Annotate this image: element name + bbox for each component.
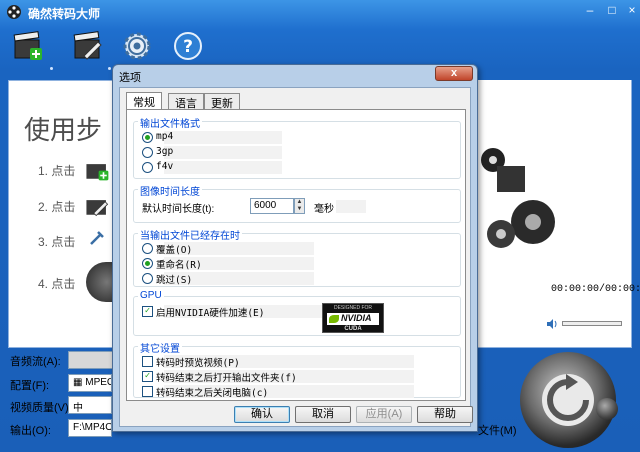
- checkbox[interactable]: [142, 356, 153, 367]
- edit-video-icon[interactable]: [84, 192, 110, 218]
- audio-stream-label: 音频流(A):: [10, 356, 61, 368]
- tab-update[interactable]: 更新: [204, 93, 240, 110]
- output-format-group: 输出文件格式 mp4 3gp f4v: [133, 115, 461, 179]
- volume-icon[interactable]: [546, 318, 558, 330]
- image-duration-group: 图像时间长度 默认时间长度(t): 6000 ▲ ▼ 毫秒: [133, 183, 461, 223]
- group-title: 其它设置: [138, 340, 182, 355]
- step-1-label: 1. 点击: [38, 164, 76, 178]
- film-icon: ▦: [73, 377, 86, 388]
- close-icon[interactable]: ×: [624, 4, 640, 18]
- toolbar-separator: [50, 67, 53, 70]
- dialog-close-button[interactable]: x: [435, 66, 473, 81]
- ok-button[interactable]: 确认: [234, 406, 290, 423]
- playback-timecode: 00:00:00/00:00:00: [551, 284, 640, 295]
- radio-button[interactable]: [142, 147, 153, 158]
- gear-icon[interactable]: [121, 30, 153, 62]
- nvidia-cuda-logo: DESIGNED FOR NVIDIA CUDA: [322, 303, 384, 333]
- step-4-label: 4. 点击: [38, 277, 76, 291]
- nvidia-eye-icon: [329, 315, 339, 323]
- title-bar: 确然转码大师 – □ ×: [0, 0, 640, 24]
- add-file-icon[interactable]: [12, 30, 44, 62]
- checkbox[interactable]: ✓: [142, 306, 153, 317]
- other-settings-group: 其它设置 转码时预览视频(P) ✓ 转码结束之后打开输出文件夹(f) 转码结束之…: [133, 340, 461, 399]
- dialog-body: 常规 语言 更新 输出文件格式 mp4 3gp f4v 图像时间长度 默认时间长…: [119, 87, 473, 427]
- duration-unit: 毫秒: [314, 204, 334, 215]
- steps-title: 使用步: [24, 116, 103, 146]
- gpu-group: GPU ✓ 启用NVIDIA硬件加速(E) DESIGNED FOR NVIDI…: [133, 290, 461, 336]
- options-dialog: 选项 x 常规 语言 更新 输出文件格式 mp4 3gp f4v 图像时间长度 …: [112, 64, 478, 432]
- group-title: 当输出文件已经存在时: [138, 227, 242, 242]
- config-label: 配置(F):: [10, 380, 50, 392]
- quality-label: 视频质量(V):: [10, 402, 72, 414]
- duration-label: 默认时间长度(t):: [142, 204, 215, 215]
- dialog-title-bar: 选项 x: [113, 65, 477, 85]
- open-folder-label: 文件(M): [478, 425, 517, 437]
- file-exists-group: 当输出文件已经存在时 覆盖(O) 重命名(R) 跳过(S): [133, 227, 461, 287]
- quality-select[interactable]: 中: [68, 396, 112, 414]
- film-reel-icon: [7, 5, 21, 19]
- radio-button[interactable]: [142, 243, 153, 254]
- cancel-button[interactable]: 取消: [295, 406, 351, 423]
- app-title: 确然转码大师: [28, 7, 101, 21]
- checkbox[interactable]: [142, 386, 153, 397]
- stop-button[interactable]: [596, 398, 618, 420]
- group-title: 输出文件格式: [138, 115, 202, 130]
- apply-button[interactable]: 应用(A): [356, 406, 412, 423]
- checkbox[interactable]: ✓: [142, 371, 153, 382]
- tab-general[interactable]: 常规: [126, 92, 162, 110]
- preview-panel: [473, 80, 631, 272]
- step-3-label: 3. 点击: [38, 235, 76, 249]
- help-icon[interactable]: ?: [172, 30, 204, 62]
- radio-button[interactable]: [142, 162, 153, 173]
- dialog-title: 选项: [119, 72, 141, 84]
- tab-language[interactable]: 语言: [168, 93, 204, 110]
- radio-button[interactable]: [142, 258, 153, 269]
- minimize-icon[interactable]: –: [582, 4, 598, 18]
- radio-button[interactable]: [142, 273, 153, 284]
- group-title: 图像时间长度: [138, 183, 202, 198]
- config-select[interactable]: ▦ MPEG-: [68, 374, 112, 392]
- radio-button[interactable]: [142, 132, 153, 143]
- volume-slider[interactable]: [562, 321, 622, 326]
- step-2-label: 2. 点击: [38, 200, 76, 214]
- spin-up-icon[interactable]: ▲: [295, 199, 304, 206]
- duration-input[interactable]: 6000: [250, 198, 294, 214]
- output-label: 输出(O):: [10, 425, 51, 437]
- edit-video-icon[interactable]: [72, 30, 104, 62]
- add-file-icon[interactable]: [84, 156, 110, 182]
- help-button[interactable]: 帮助: [417, 406, 473, 423]
- tools-icon[interactable]: [88, 229, 106, 247]
- spin-down-icon[interactable]: ▼: [295, 206, 304, 213]
- maximize-icon[interactable]: □: [604, 4, 620, 18]
- toolbar-separator: [108, 67, 111, 70]
- svg-text:?: ?: [183, 37, 193, 57]
- general-tab-panel: 输出文件格式 mp4 3gp f4v 图像时间长度 默认时间长度(t): 600…: [126, 109, 466, 401]
- output-path-input[interactable]: F:\MP4Out: [68, 419, 112, 437]
- film-projector-icon: [481, 148, 555, 248]
- duration-spinner[interactable]: ▲ ▼: [294, 198, 305, 214]
- group-title: GPU: [138, 290, 164, 301]
